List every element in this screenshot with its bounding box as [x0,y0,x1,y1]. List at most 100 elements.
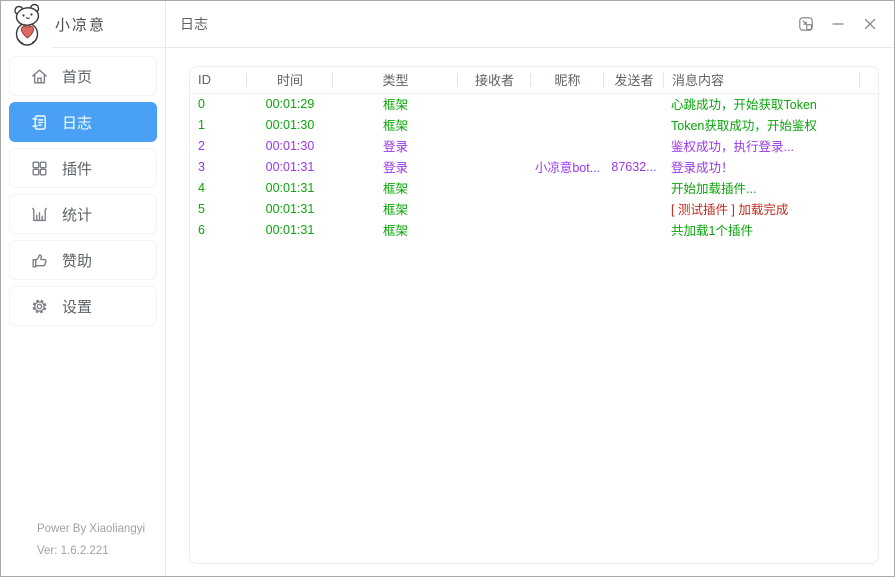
app-window: 小凉意 首页 日志 [0,0,895,577]
cell-id: 2 [190,135,247,156]
cell-spacer [860,114,878,135]
cell-type: 框架 [333,219,458,240]
log-table: ID 时间 类型 接收者 昵称 发送者 消息内容 000:01:29框架心跳成功… [190,67,878,240]
cell-spacer [860,156,878,177]
sidebar-item-label: 统计 [62,204,92,225]
sidebar-item-label: 首页 [62,66,92,87]
cell-sender [604,198,664,219]
minimize-to-tray-icon [798,16,814,32]
log-table-panel: ID 时间 类型 接收者 昵称 发送者 消息内容 000:01:29框架心跳成功… [189,66,879,564]
cell-time: 00:01:31 [247,177,333,198]
main-area: 日志 [166,1,894,576]
minimize-to-tray-button[interactable] [790,9,822,39]
cell-receiver [458,156,531,177]
cell-time: 00:01:31 [247,156,333,177]
cell-receiver [458,177,531,198]
sidebar-item-home[interactable]: 首页 [9,56,157,96]
cell-id: 0 [190,93,247,114]
cell-id: 5 [190,198,247,219]
cell-nickname [531,135,604,156]
table-row[interactable]: 100:01:30框架 Token获取成功，开始鉴权 [190,114,878,135]
cell-nickname [531,219,604,240]
cell-message: 鉴权成功，执行登录... [664,135,860,156]
sidebar-item-settings[interactable]: 设置 [9,286,157,326]
cell-id: 6 [190,219,247,240]
sidebar-nav: 首页 日志 插件 [1,48,165,326]
table-row[interactable]: 300:01:31登录小凉意bot...87632...登录成功！ [190,156,878,177]
log-icon [30,113,49,132]
sidebar-item-sponsor[interactable]: 赞助 [9,240,157,280]
home-icon [30,67,49,86]
column-header-sender: 发送者 [604,67,664,93]
cell-message: Token获取成功，开始鉴权 [664,114,860,135]
cell-time: 00:01:29 [247,93,333,114]
titlebar: 日志 [166,1,894,48]
close-button[interactable] [854,9,886,39]
table-row[interactable]: 500:01:31框架[ 测试插件 ] 加载完成 [190,198,878,219]
cell-message: 共加载1个插件 [664,219,860,240]
cell-receiver [458,135,531,156]
table-row[interactable]: 400:01:31框架 开始加载插件... [190,177,878,198]
cell-nickname [531,177,604,198]
table-row[interactable]: 600:01:31框架 共加载1个插件 [190,219,878,240]
sidebar-footer: Power By Xiaoliangyi Ver: 1.6.2.221 [1,519,165,576]
sidebar-header: 小凉意 [1,1,165,48]
cell-receiver [458,114,531,135]
powered-by-text: Power By Xiaoliangyi [37,519,159,540]
column-header-receiver: 接收者 [458,67,531,93]
cell-spacer [860,135,878,156]
cell-type: 框架 [333,114,458,135]
cell-message: 开始加载插件... [664,177,860,198]
sidebar-item-plugins[interactable]: 插件 [9,148,157,188]
sidebar-item-stats[interactable]: 统计 [9,194,157,234]
cell-nickname: 小凉意bot... [531,156,604,177]
minimize-button[interactable] [822,9,854,39]
page-title: 日志 [180,14,208,34]
cell-receiver [458,198,531,219]
cell-sender: 87632... [604,156,664,177]
cell-spacer [860,93,878,114]
cell-sender [604,114,664,135]
stats-icon [30,205,49,224]
cell-id: 4 [190,177,247,198]
cell-id: 1 [190,114,247,135]
cell-nickname [531,198,604,219]
cell-receiver [458,93,531,114]
cell-type: 登录 [333,135,458,156]
column-header-type: 类型 [333,67,458,93]
app-title: 小凉意 [55,14,106,35]
sidebar-item-label: 设置 [62,296,92,317]
cell-time: 00:01:31 [247,219,333,240]
cell-sender [604,219,664,240]
column-header-message: 消息内容 [664,67,860,93]
log-table-body: 000:01:29框架心跳成功，开始获取Token100:01:30框架Toke… [190,93,878,240]
sidebar: 小凉意 首页 日志 [1,1,166,576]
sidebar-item-label: 赞助 [62,250,92,271]
cell-type: 框架 [333,177,458,198]
version-text: Ver: 1.6.2.221 [37,541,159,562]
cell-sender [604,135,664,156]
table-row[interactable]: 200:01:30登录 鉴权成功，执行登录... [190,135,878,156]
minimize-icon [830,16,846,32]
cell-time: 00:01:30 [247,135,333,156]
cell-spacer [860,219,878,240]
table-row[interactable]: 000:01:29框架心跳成功，开始获取Token [190,93,878,114]
plugin-icon [30,159,49,178]
close-icon [862,16,878,32]
cell-nickname [531,93,604,114]
settings-icon [30,297,49,316]
sidebar-item-log[interactable]: 日志 [9,102,157,142]
cell-time: 00:01:30 [247,114,333,135]
content-area: ID 时间 类型 接收者 昵称 发送者 消息内容 000:01:29框架心跳成功… [166,48,894,576]
cell-message: 心跳成功，开始获取Token [664,93,860,114]
cell-message: [ 测试插件 ] 加载完成 [664,198,860,219]
cell-nickname [531,114,604,135]
cell-spacer [860,198,878,219]
column-header-id: ID [190,67,247,93]
table-header-row: ID 时间 类型 接收者 昵称 发送者 消息内容 [190,67,878,93]
column-header-time: 时间 [247,67,333,93]
cell-receiver [458,219,531,240]
window-controls [790,9,886,39]
cell-type: 登录 [333,156,458,177]
cell-type: 框架 [333,198,458,219]
